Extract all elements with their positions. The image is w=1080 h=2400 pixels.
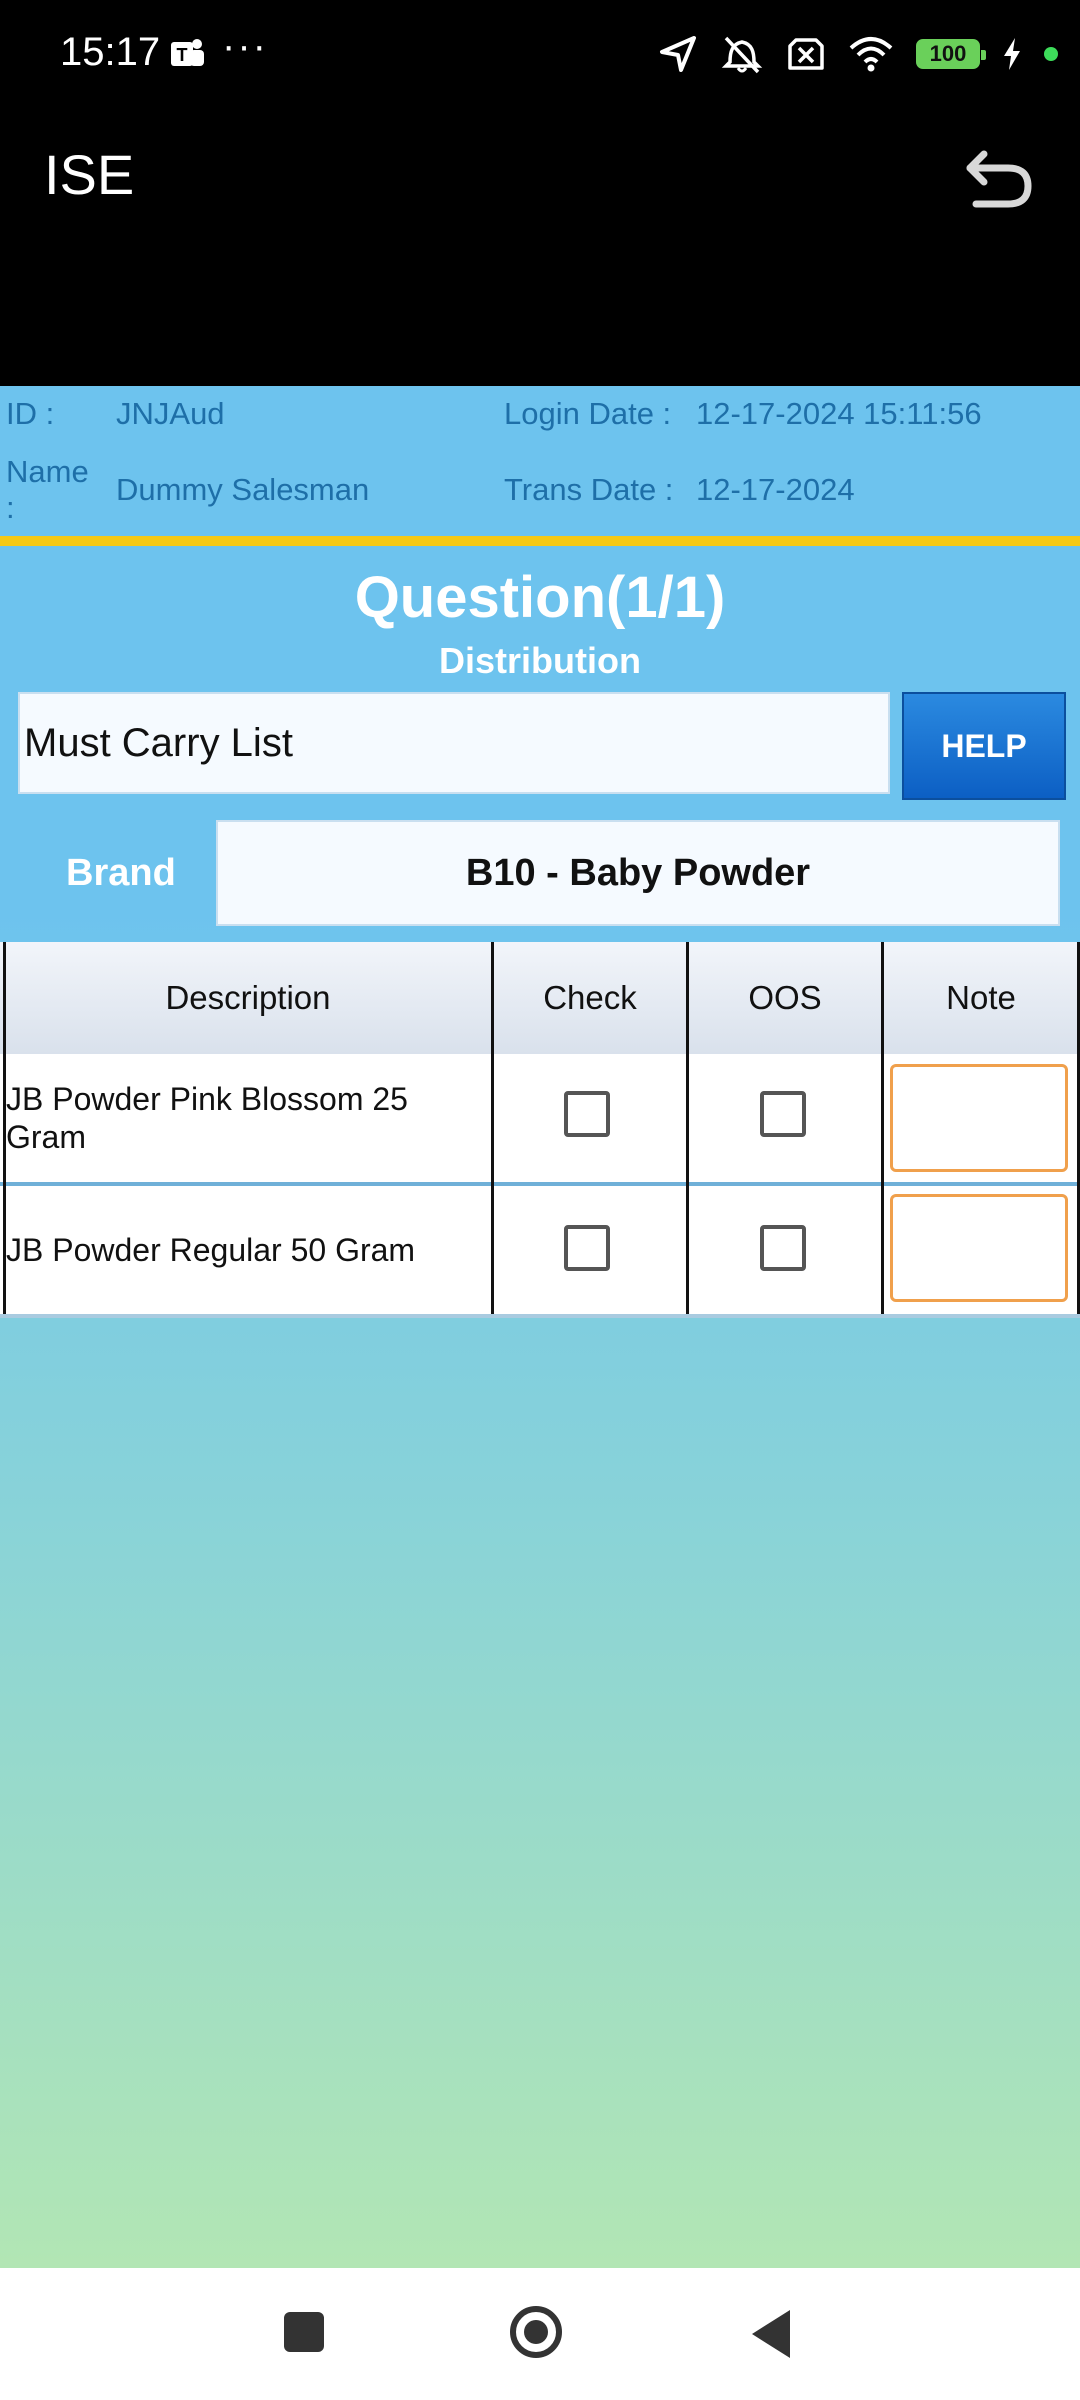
more-notifications-icon: ··· <box>222 24 268 68</box>
brand-label: Brand <box>66 852 176 894</box>
wifi-icon <box>849 37 893 72</box>
oos-checkbox[interactable] <box>760 1225 806 1271</box>
table-row: JB Powder Pink Blossom 25 Gram <box>0 1054 1080 1182</box>
note-input[interactable] <box>890 1194 1068 1302</box>
system-nav-bar <box>0 2268 1080 2400</box>
trans-date-value: 12-17-2024 <box>696 472 855 507</box>
table-header: Description Check OOS Note <box>0 942 1080 1054</box>
back-icon[interactable] <box>752 2310 790 2358</box>
status-time: 15:17 <box>60 30 161 74</box>
column-divider <box>491 942 494 1314</box>
brand-selector[interactable]: B10 - Baby Powder <box>216 820 1060 926</box>
note-input[interactable] <box>890 1064 1068 1172</box>
content-area: ID : JNJAud Name : Dummy Salesman Login … <box>0 386 1080 2268</box>
product-description: JB Powder Regular 50 Gram <box>6 1232 416 1268</box>
svg-text:T: T <box>177 45 188 65</box>
brand-value: B10 - Baby Powder <box>465 851 811 894</box>
table-row: JB Powder Regular 50 Gram <box>0 1186 1080 1314</box>
id-value: JNJAud <box>116 396 225 431</box>
column-header-note: Note <box>946 979 1016 1016</box>
name-label-colon: : <box>6 490 15 525</box>
column-divider <box>881 942 884 1314</box>
recent-apps-icon[interactable] <box>284 2312 324 2352</box>
battery-level: 100 <box>929 41 967 66</box>
login-date-value: 12-17-2024 15:11:56 <box>696 396 982 431</box>
vibrate-off-icon <box>721 36 763 74</box>
navigation-icon <box>660 36 696 72</box>
no-sim-icon <box>788 38 824 70</box>
column-divider <box>3 942 6 1314</box>
column-divider <box>686 942 689 1314</box>
status-bar: 15:17 T ··· 100 <box>0 0 1080 108</box>
name-label: Name <box>6 454 89 489</box>
undo-icon[interactable] <box>958 140 1038 220</box>
home-icon[interactable] <box>510 2306 562 2358</box>
divider <box>0 536 1080 546</box>
privacy-indicator <box>1044 47 1058 61</box>
list-type-value: Must Carry List <box>24 720 293 765</box>
name-value: Dummy Salesman <box>116 472 370 507</box>
login-date-label: Login Date : <box>504 396 672 431</box>
product-description: JB Powder Pink Blossom 25 Gram <box>6 1081 408 1155</box>
check-checkbox[interactable] <box>564 1091 610 1137</box>
oos-checkbox[interactable] <box>760 1091 806 1137</box>
row-divider <box>0 1314 1080 1318</box>
app-title: ISE <box>44 143 135 206</box>
list-type-field[interactable]: Must Carry List <box>18 692 890 794</box>
status-icons: 100 <box>658 30 1058 78</box>
column-header-oos: OOS <box>748 979 822 1016</box>
column-header-check: Check <box>543 979 637 1016</box>
check-checkbox[interactable] <box>564 1225 610 1271</box>
id-label: ID : <box>6 396 55 431</box>
battery-icon: 100 <box>916 39 986 69</box>
session-info: ID : JNJAud Name : Dummy Salesman Login … <box>0 386 1080 534</box>
question-title: Question(1/1) <box>354 565 726 630</box>
question-subtitle: Distribution <box>439 640 641 681</box>
app-bar: ISE <box>0 108 1080 386</box>
charging-icon <box>1004 38 1020 70</box>
column-header-description: Description <box>165 979 331 1016</box>
help-button[interactable]: HELP <box>902 692 1066 800</box>
teams-icon: T <box>171 39 204 66</box>
trans-date-label: Trans Date : <box>504 472 674 507</box>
